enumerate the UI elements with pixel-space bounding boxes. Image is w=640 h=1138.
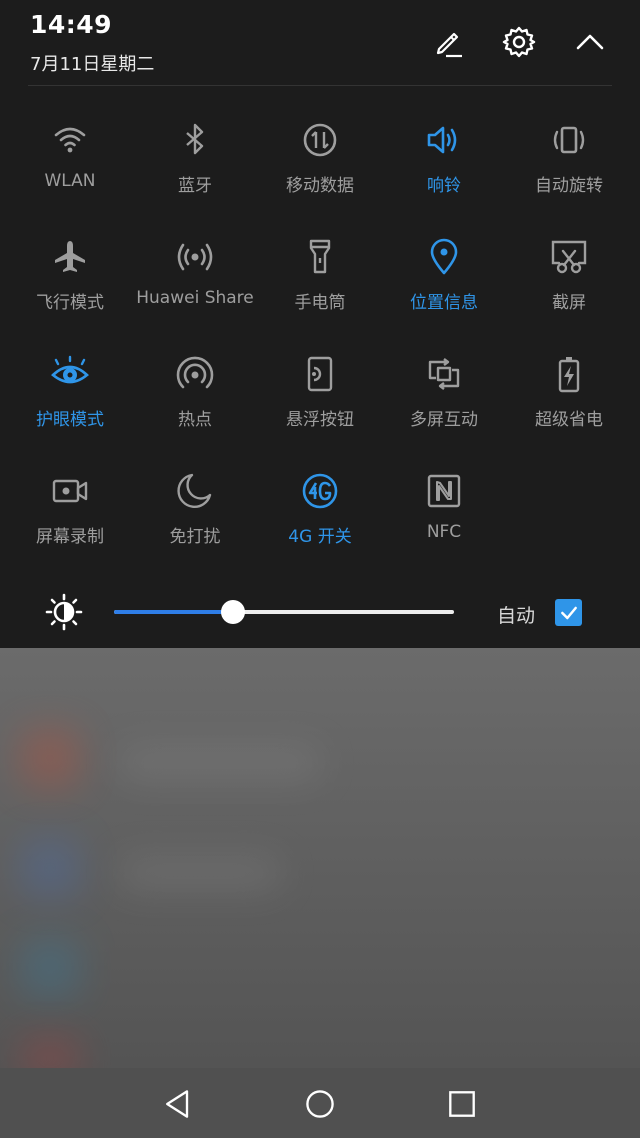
- do-not-disturb-icon: [175, 471, 215, 511]
- brightness-slider-thumb[interactable]: [221, 600, 245, 624]
- tile-label: 护眼模式: [36, 410, 104, 430]
- navigation-bar: [0, 1068, 640, 1138]
- home-button[interactable]: [298, 1082, 342, 1126]
- flashlight-icon: [300, 237, 340, 277]
- tile-label: 4G 开关: [288, 527, 352, 547]
- location-icon: [424, 237, 464, 277]
- edit-icon: [436, 32, 462, 58]
- blurred-background: [0, 648, 640, 1068]
- ring-icon: [424, 120, 464, 160]
- brightness-icon: [44, 592, 84, 632]
- multi-screen-icon: [424, 354, 464, 394]
- tile-label: 热点: [178, 410, 212, 430]
- home-icon: [306, 1090, 334, 1118]
- hotspot-icon: [175, 354, 215, 394]
- tile-label: NFC: [426, 522, 462, 542]
- tile-label: 蓝牙: [178, 176, 212, 196]
- back-icon: [166, 1090, 189, 1118]
- collapse-icon: [576, 34, 604, 50]
- tile-label: 多屏互动: [410, 410, 478, 430]
- 4g-icon: [300, 471, 340, 511]
- tile-label: WLAN: [44, 171, 96, 191]
- wifi-icon: [50, 120, 90, 160]
- tile-ring[interactable]: 响铃: [382, 120, 506, 220]
- tile-screen-record[interactable]: 屏幕录制: [8, 471, 132, 571]
- edit-button[interactable]: [426, 20, 470, 64]
- nfc-icon: [424, 471, 464, 511]
- header-divider: [28, 85, 612, 86]
- brightness-slider[interactable]: [114, 600, 454, 624]
- back-button[interactable]: [156, 1082, 200, 1126]
- tile-eye-comfort[interactable]: 护眼模式: [8, 354, 132, 454]
- tile-screenshot[interactable]: 截屏: [507, 237, 631, 337]
- tile-4g[interactable]: 4G 开关: [258, 471, 382, 571]
- airplane-icon: [50, 237, 90, 277]
- settings-button[interactable]: [497, 20, 541, 64]
- tile-label: 悬浮按钮: [286, 410, 354, 430]
- tile-hotspot[interactable]: 热点: [133, 354, 257, 454]
- huawei-share-icon: [175, 237, 215, 277]
- tile-label: 位置信息: [410, 293, 478, 313]
- tile-location[interactable]: 位置信息: [382, 237, 506, 337]
- tile-huawei-share[interactable]: Huawei Share: [133, 237, 257, 337]
- tile-label: 超级省电: [535, 410, 603, 430]
- tile-label: 屏幕录制: [36, 527, 104, 547]
- battery-saver-icon: [549, 354, 589, 394]
- tile-label: 手电筒: [294, 293, 346, 313]
- screen-record-icon: [50, 471, 90, 511]
- tile-multi-screen[interactable]: 多屏互动: [382, 354, 506, 454]
- status-time: 14:49: [30, 10, 113, 39]
- tile-do-not-disturb[interactable]: 免打扰: [133, 471, 257, 571]
- tile-airplane[interactable]: 飞行模式: [8, 237, 132, 337]
- tile-label: Huawei Share: [136, 288, 254, 308]
- tile-label: 免打扰: [169, 527, 221, 547]
- mobile-data-icon: [300, 120, 340, 160]
- tile-nfc[interactable]: NFC: [382, 471, 506, 571]
- tile-bluetooth[interactable]: 蓝牙: [133, 120, 257, 220]
- status-date: 7月11日星期二: [30, 54, 155, 75]
- screenshot-icon: [549, 237, 589, 277]
- recents-icon: [449, 1091, 475, 1117]
- quick-settings-panel: 14:49 7月11日星期二 WLAN 蓝牙 移动数据 响铃 自动旋转 飞行模式…: [0, 0, 640, 648]
- bluetooth-icon: [175, 120, 215, 160]
- tile-label: 截屏: [552, 293, 586, 313]
- brightness-slider-fill: [114, 610, 233, 614]
- settings-icon: [502, 26, 536, 58]
- auto-brightness-checkbox[interactable]: [555, 599, 582, 626]
- eye-comfort-icon: [50, 354, 90, 394]
- auto-rotate-icon: [549, 120, 589, 160]
- tile-label: 响铃: [427, 176, 461, 196]
- tile-battery-saver[interactable]: 超级省电: [507, 354, 631, 454]
- tile-label: 移动数据: [286, 176, 354, 196]
- collapse-button[interactable]: [568, 20, 612, 64]
- tile-flashlight[interactable]: 手电筒: [258, 237, 382, 337]
- checkmark-icon: [560, 606, 577, 619]
- tile-label: 飞行模式: [36, 293, 104, 313]
- tile-mobile-data[interactable]: 移动数据: [258, 120, 382, 220]
- auto-brightness-label: 自动: [497, 605, 536, 627]
- tile-wlan[interactable]: WLAN: [8, 120, 132, 220]
- tile-auto-rotate[interactable]: 自动旋转: [507, 120, 631, 220]
- recents-button[interactable]: [440, 1082, 484, 1126]
- floating-button-icon: [300, 354, 340, 394]
- tile-floating-button[interactable]: 悬浮按钮: [258, 354, 382, 454]
- tile-label: 自动旋转: [535, 176, 603, 196]
